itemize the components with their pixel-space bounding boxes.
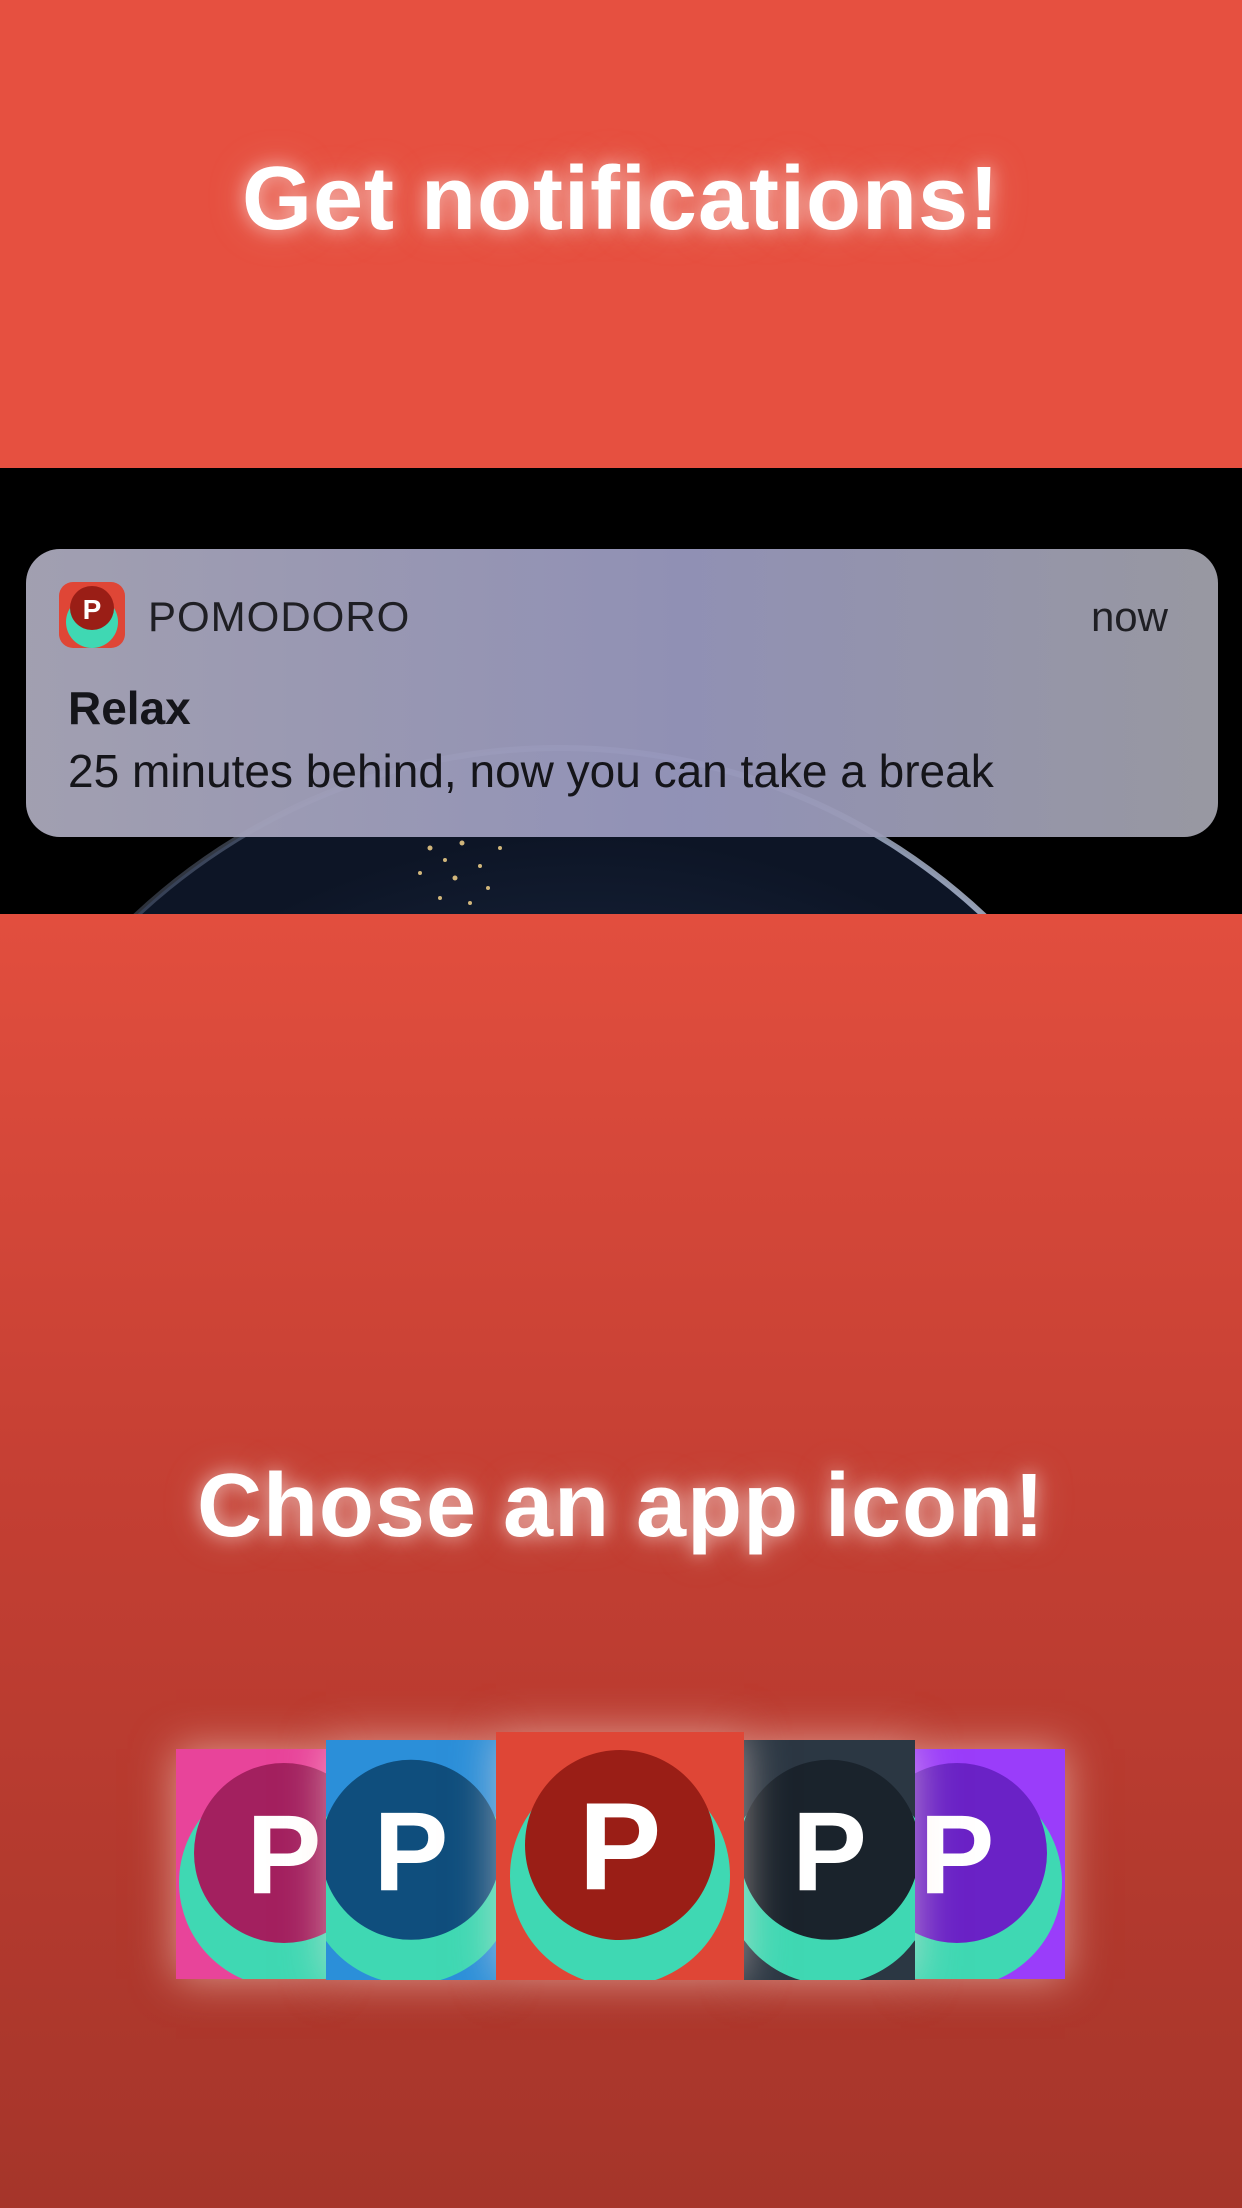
- app-icon-option-blue[interactable]: P: [326, 1740, 496, 1980]
- app-icon-option-pink[interactable]: P: [176, 1749, 326, 1979]
- svg-text:P: P: [83, 594, 102, 625]
- notification-banner[interactable]: P POMODORO now Relax 25 minutes behind, …: [26, 549, 1218, 837]
- bottom-band: [0, 914, 1242, 2208]
- app-icon-letter: P: [247, 1792, 322, 1917]
- notification-time: now: [1090, 593, 1168, 640]
- app-icon-purple-graphic: P: [915, 1749, 1065, 1979]
- headline-app-icon: Chose an app icon!: [196, 1456, 1046, 1556]
- headline-notifications: Get notifications!: [242, 149, 1000, 249]
- app-icon-option-purple[interactable]: P: [915, 1749, 1065, 1979]
- app-icon-letter: P: [920, 1792, 995, 1917]
- app-icon-letter: P: [374, 1789, 449, 1914]
- app-icon-red-graphic: P: [496, 1732, 744, 1980]
- app-icon-pink-graphic: P: [176, 1749, 326, 1979]
- pomodoro-app-icon: P: [59, 582, 125, 648]
- app-icon-letter: P: [579, 1778, 662, 1916]
- notification-body: 25 minutes behind, now you can take a br…: [68, 745, 994, 797]
- app-icon-letter: P: [792, 1789, 867, 1914]
- app-icon-option-dark[interactable]: P: [744, 1740, 915, 1980]
- app-icon-dark-graphic: P: [744, 1740, 915, 1980]
- app-icon-blue-graphic: P: [326, 1740, 496, 1980]
- app-icon-option-red[interactable]: P: [496, 1732, 744, 1980]
- notification-title: Relax: [68, 682, 191, 734]
- notification-app-name: POMODORO: [148, 593, 411, 640]
